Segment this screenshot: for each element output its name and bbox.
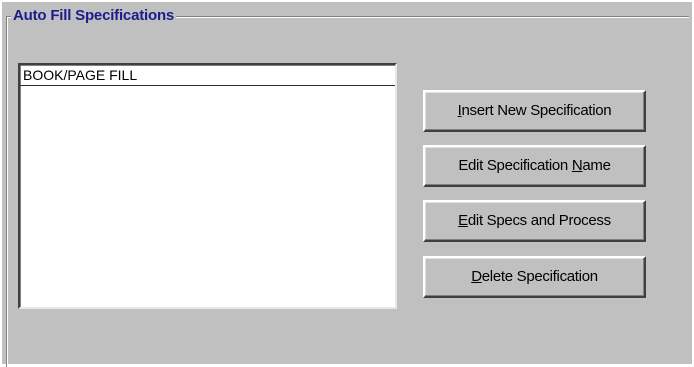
insert-new-specification-button[interactable]: Insert New Specification <box>423 90 646 132</box>
specification-listbox[interactable]: BOOK/PAGE FILL <box>18 63 397 309</box>
edit-specs-and-process-button[interactable]: Edit Specs and Process <box>423 200 646 242</box>
list-item[interactable]: BOOK/PAGE FILL <box>20 65 395 86</box>
edit-specification-name-button[interactable]: Edit Specification Name <box>423 145 646 187</box>
auto-fill-panel: Auto Fill Specifications BOOK/PAGE FILL … <box>2 2 692 367</box>
delete-specification-button[interactable]: Delete Specification <box>423 256 646 298</box>
groupbox-title: Auto Fill Specifications <box>11 7 177 25</box>
